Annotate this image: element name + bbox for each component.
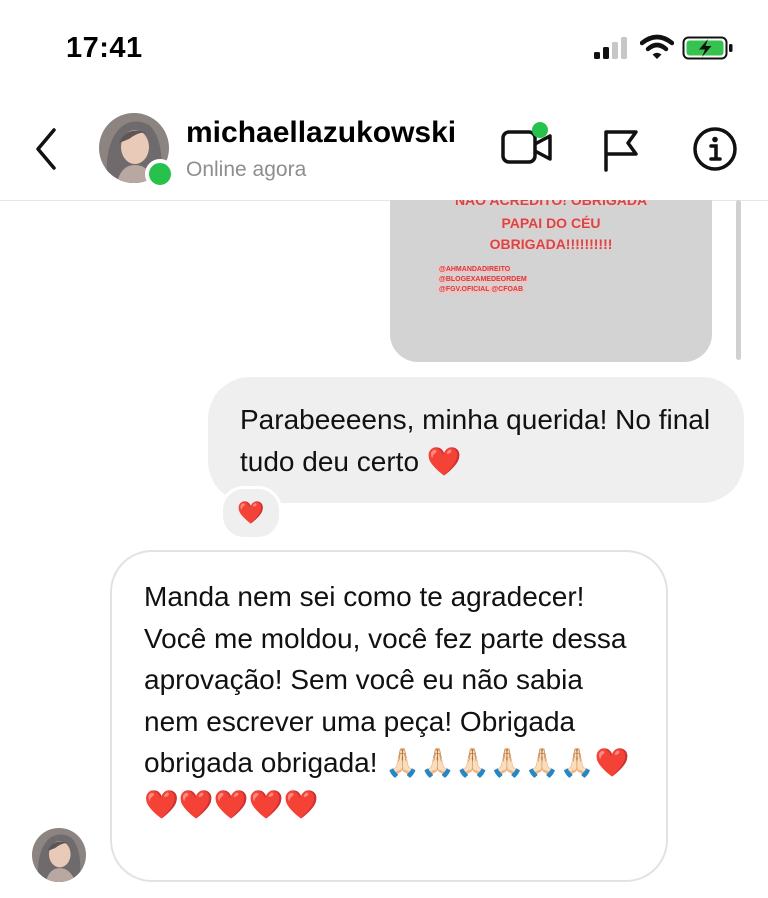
- chat-header: michaellazukowski Online agora: [0, 100, 768, 201]
- message-text: Manda nem sei como te agradecer! Você me…: [144, 581, 630, 820]
- video-call-icon[interactable]: [500, 122, 556, 170]
- received-message-bubble[interactable]: Manda nem sei como te agradecer! Você me…: [110, 550, 668, 882]
- chat-username[interactable]: michaellazukowski: [186, 116, 456, 150]
- sent-message-bubble[interactable]: Parabeeeens, minha querida! No final tud…: [208, 377, 744, 503]
- signal-icon: [594, 37, 627, 59]
- status-bar: 17:41: [0, 0, 768, 90]
- story-text-line: NÃO ACREDITO! OBRIGADA: [454, 200, 648, 208]
- presence-status: Online agora: [186, 158, 307, 181]
- profile-avatar[interactable]: [99, 113, 175, 189]
- status-time: 17:41: [66, 32, 143, 64]
- back-chevron-icon[interactable]: [28, 124, 64, 174]
- battery-charging-icon: [682, 36, 733, 60]
- story-mention-tag: @AHMANDADIREITO: [438, 266, 512, 273]
- info-icon[interactable]: [692, 126, 738, 172]
- story-text-line: OBRIGADA!!!!!!!!!!: [489, 236, 613, 252]
- shared-story-card[interactable]: NÃO ACREDITO! OBRIGADA PAPAI DO CÉU OBRI…: [390, 200, 712, 362]
- heart-reaction[interactable]: ❤️: [220, 486, 282, 540]
- scrollbar[interactable]: [736, 200, 741, 360]
- online-status-dot: [145, 159, 175, 189]
- report-flag-icon[interactable]: [600, 128, 644, 172]
- wifi-icon: [640, 34, 674, 59]
- sender-avatar[interactable]: [32, 828, 86, 882]
- story-text-line: PAPAI DO CÉU: [501, 215, 601, 231]
- story-mention-tag: @FGV.OFICIAL @CFOAB: [438, 286, 525, 293]
- message-text: Parabeeeens, minha querida! No final tud…: [240, 404, 711, 477]
- story-mention-tag: @BLOGEXAMEDEORDEM: [438, 276, 528, 283]
